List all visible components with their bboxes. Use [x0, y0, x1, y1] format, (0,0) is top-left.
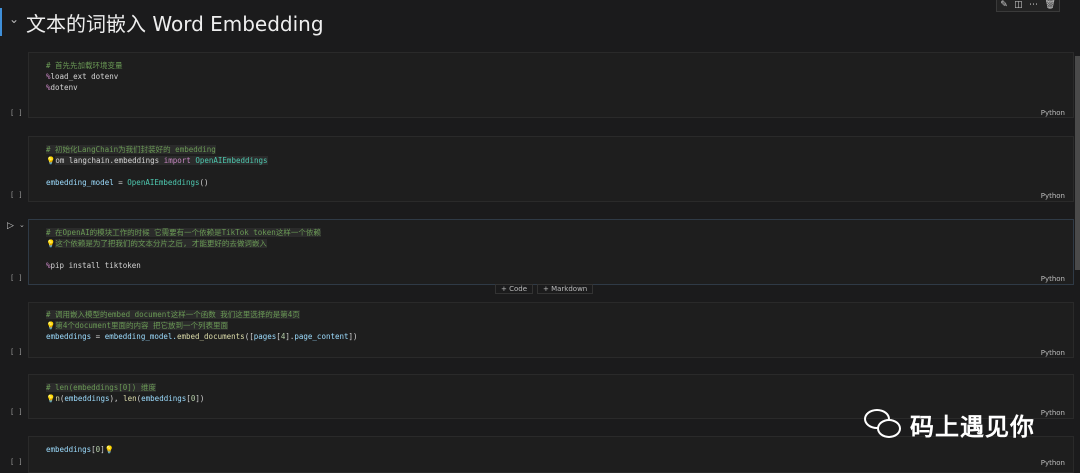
code-token: pip install tiktoken	[50, 261, 141, 270]
code-token: ([	[244, 332, 254, 341]
code-token: om langchain.embeddings	[55, 156, 164, 165]
edit-icon[interactable]: ✎	[1000, 0, 1008, 10]
add-cell-bar: + Code + Markdown	[0, 284, 1080, 294]
code-line: # 在OpenAI的模块工作的时候 它需要有一个依赖是TikTok token这…	[46, 227, 321, 238]
code-token: # 调用嵌入模型的embed document这样一个函数 我们这里选择的是第4…	[46, 310, 300, 319]
watermark: 码上遇见你	[862, 402, 1062, 446]
code-lines: # 在OpenAI的模块工作的时候 它需要有一个依赖是TikTok token这…	[46, 227, 321, 271]
code-token: embeddings	[64, 394, 110, 403]
code-line: 💡第4个document里面的内容 把它放到一个列表里面	[46, 320, 358, 331]
code-token: OpenAIEmbeddings	[195, 156, 268, 165]
run-cell-icon[interactable]: ▷	[7, 221, 14, 231]
code-token: =	[95, 332, 105, 341]
wechat-icon	[862, 406, 904, 442]
execution-count: [ ]	[10, 408, 23, 416]
code-token: ])	[195, 394, 205, 403]
code-token: 这个依赖是为了把我们的文本分片之后, 才能更好的去做词嵌入	[55, 239, 267, 248]
language-label[interactable]: Python	[1041, 192, 1065, 200]
code-line: # len(embeddings[0]) 维度	[46, 382, 204, 393]
code-lines: # 初始化LangChain为我们封装好的 embedding 💡om langc…	[46, 144, 268, 188]
code-token: embeddings	[46, 332, 96, 341]
code-token: embeddings	[141, 394, 187, 403]
cell-focus-indicator	[0, 8, 2, 36]
code-token: # 初始化LangChain为我们封装好的 embedding	[46, 145, 216, 154]
markdown-cell-header: ⌄ 文本的词嵌入 Word Embedding ✎ ◫ ⋯ 🗑	[0, 0, 1080, 44]
vertical-scrollbar[interactable]	[1075, 56, 1080, 270]
code-token: embedding_model	[46, 178, 119, 187]
code-token: dotenv	[50, 83, 78, 92]
code-token: import	[163, 156, 196, 165]
code-line: 💡om langchain.embeddings import OpenAIEm…	[46, 155, 268, 166]
lightbulb-icon[interactable]: 💡	[46, 321, 55, 330]
code-line: %pip install tiktoken	[46, 260, 321, 271]
lightbulb-icon[interactable]: 💡	[46, 239, 55, 248]
code-line: # 初始化LangChain为我们封装好的 embedding	[46, 144, 268, 155]
code-line: # 调用嵌入模型的embed document这样一个函数 我们这里选择的是第4…	[46, 309, 358, 320]
code-token: embedding_model.	[104, 332, 177, 341]
code-token: 第4个document里面的内容 把它放到一个列表里面	[55, 321, 228, 330]
run-options-chevron-icon[interactable]: ⌄	[19, 221, 25, 229]
code-line: embeddings = embedding_model.embed_docum…	[46, 331, 358, 342]
code-editor[interactable]: # 首先先加载环境变量 %load_ext dotenv %dotenv Pytho…	[28, 52, 1074, 118]
code-token: ].	[285, 332, 295, 341]
code-token: OpenAIEmbeddings	[127, 178, 200, 187]
watermark-text: 码上遇见你	[910, 412, 1035, 441]
code-token: ()	[199, 178, 209, 187]
code-line: embeddings[0]💡	[46, 444, 114, 455]
code-token: =	[118, 178, 128, 187]
language-label[interactable]: Python	[1041, 459, 1065, 467]
code-token: ),	[109, 394, 124, 403]
code-token: page_content	[294, 332, 349, 341]
language-label[interactable]: Python	[1041, 349, 1065, 357]
code-editor[interactable]: # 初始化LangChain为我们封装好的 embedding 💡om langc…	[28, 136, 1074, 202]
language-label[interactable]: Python	[1041, 109, 1065, 117]
code-token: embeddings	[46, 445, 92, 454]
code-token: load_ext dotenv	[50, 72, 119, 81]
split-icon[interactable]: ◫	[1014, 0, 1023, 10]
page-title: 文本的词嵌入 Word Embedding	[26, 12, 324, 36]
code-line: # 首先先加载环境变量	[46, 60, 123, 71]
execution-count: [ ]	[10, 348, 23, 356]
execution-count: [ ]	[10, 458, 23, 466]
code-token: # 在OpenAI的模块工作的时候 它需要有一个依赖是TikTok token这…	[46, 228, 321, 237]
lightbulb-icon[interactable]: 💡	[46, 156, 55, 165]
code-token: len	[123, 394, 137, 403]
code-line: %dotenv	[46, 82, 123, 93]
code-line: %load_ext dotenv	[46, 71, 123, 82]
collapse-chevron-icon[interactable]: ⌄	[9, 12, 19, 26]
code-lines: embeddings[0]💡	[46, 444, 114, 455]
code-token: # 首先先加载环境变量	[46, 61, 123, 70]
execution-count: [ ]	[10, 274, 23, 282]
code-token: embed_documents	[176, 332, 245, 341]
code-token: pages	[253, 332, 277, 341]
more-icon[interactable]: ⋯	[1029, 0, 1038, 10]
language-label[interactable]: Python	[1041, 275, 1065, 283]
lightbulb-icon[interactable]: 💡	[105, 445, 114, 454]
execution-count: [ ]	[10, 109, 23, 117]
code-editor[interactable]: # 调用嵌入模型的embed document这样一个函数 我们这里选择的是第4…	[28, 302, 1074, 358]
add-markdown-cell-button[interactable]: + Markdown	[537, 284, 594, 294]
code-line: embedding_model = OpenAIEmbeddings()	[46, 177, 268, 188]
cell-toolbar: ✎ ◫ ⋯ 🗑	[996, 0, 1060, 12]
code-lines: # len(embeddings[0]) 维度 💡n(embeddings), l…	[46, 382, 204, 404]
code-line: 💡n(embeddings), len(embeddings[0])	[46, 393, 204, 404]
code-line: 💡这个依赖是为了把我们的文本分片之后, 才能更好的去做词嵌入	[46, 238, 321, 249]
add-code-cell-button[interactable]: + Code	[495, 284, 534, 294]
code-lines: # 调用嵌入模型的embed document这样一个函数 我们这里选择的是第4…	[46, 309, 358, 342]
code-token: # len(embeddings[0]) 维度	[46, 383, 156, 392]
lightbulb-icon[interactable]: 💡	[46, 394, 55, 403]
delete-icon[interactable]: 🗑	[1044, 0, 1055, 10]
code-editor[interactable]: # 在OpenAI的模块工作的时候 它需要有一个依赖是TikTok token这…	[28, 219, 1074, 285]
code-token: ])	[348, 332, 358, 341]
execution-count: [ ]	[10, 191, 23, 199]
code-lines: # 首先先加载环境变量 %load_ext dotenv %dotenv	[46, 60, 123, 93]
